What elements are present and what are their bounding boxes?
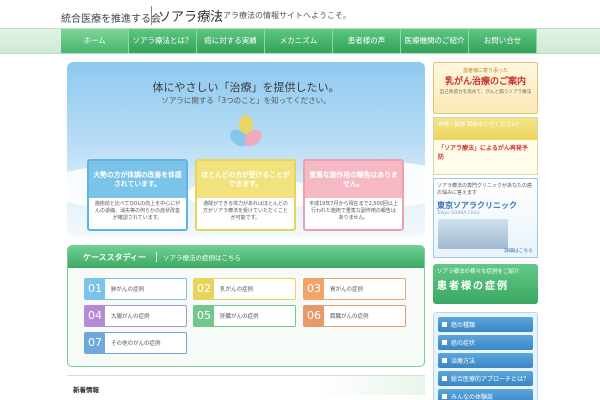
sidebar-item-label: みんなの体験談 <box>451 394 494 400</box>
feature-card-side-effects: 重篤な副作用の報告はありません。 平成19年7月から現在まで2,500回以上行わ… <box>303 159 404 231</box>
hero-banner: 体にやさしい「治療」を提供したい。 ソアラに関する「3つのこと」を知ってください… <box>67 62 425 237</box>
case-link-1[interactable]: 01 肺がんの症例 <box>84 278 187 300</box>
nav-item-home[interactable]: ホーム <box>61 29 129 53</box>
sidebar-item-experiences[interactable]: みんなの体験談 <box>438 389 533 400</box>
sidebar-item-treatment[interactable]: 治療方法 <box>438 353 533 368</box>
arrow-right-icon <box>442 322 447 327</box>
sidebar-item-label: 総合医療的アプローチとは？ <box>451 376 530 383</box>
feature-card-heading: 大勢の方が体調の改善を体感されています。 <box>89 161 186 198</box>
case-number: 04 <box>85 306 105 326</box>
details-link[interactable]: 詳細はこちら <box>504 247 533 254</box>
nav-bar: ホーム ソアラ療法とは？ 癌に対する実績 メカニズム 患者様の声 医療機関のご紹… <box>61 29 537 53</box>
case-study-subtitle: ソアラ療法の症例はこちら <box>156 252 241 262</box>
case-study-header: ケーススタディー ソアラ療法の症例はこちら <box>68 246 424 268</box>
arrow-right-icon <box>442 376 447 381</box>
banner-text: ソアラ療法の専門クリニックがあなたの癌の悩みに答えます <box>437 183 533 196</box>
sidebar-item-cancer-types[interactable]: 癌の種類 <box>438 317 533 332</box>
clinic-banner[interactable]: ソアラ療法の専門クリニックがあなたの癌の悩みに答えます 東京ソアラクリニック T… <box>433 178 538 258</box>
case-study-title: ケーススタディー <box>83 252 147 262</box>
case-link-2[interactable]: 02 乳がんの症例 <box>193 278 296 300</box>
patient-cases-banner[interactable]: ソアラ療法の様々な症例をご紹介 患者様の症例 <box>433 264 538 304</box>
nav-item-contact[interactable]: お問い合せ <box>469 29 537 53</box>
case-label: 肝臓がんの症例 <box>220 314 259 320</box>
case-number: 02 <box>194 279 214 299</box>
nav-item-mechanism[interactable]: メカニズム <box>265 29 333 53</box>
banner-title: 「ソアラ療法」によるがん再発予防 <box>438 145 528 161</box>
feature-card-body: 施術前と比べてQOLの向上を中心にがんの退縮、消失等の何らかの症状改善が確認され… <box>94 201 181 221</box>
news-section-title: 新着情報 <box>67 375 425 395</box>
nav-item-clinics[interactable]: 医療機関のご紹介 <box>401 29 469 53</box>
sidebar-menu: 癌の種類 癌の症状 治療方法 総合医療的アプローチとは？ みんなの体験談 <box>433 312 538 400</box>
feature-card-availability: ほとんどの方が受けることができます。 通院ができる体力があればほとんどの方がソア… <box>195 159 296 231</box>
soara-leaf-logo-icon <box>230 115 262 147</box>
case-link-3[interactable]: 03 胃がんの症例 <box>303 278 406 300</box>
case-number: 07 <box>85 333 105 353</box>
recurrence-prevention-banner[interactable]: 再発・転移 諦めないでください！ 「ソアラ療法」によるがん再発予防 <box>433 117 538 175</box>
sidebar-item-label: 治療方法 <box>451 358 476 365</box>
breast-cancer-banner[interactable]: 患者様に寄り添った 乳がん治療のご案内 自己免疫力を高めて、がんと闘うソアラ療法 <box>433 62 538 114</box>
sidebar-item-symptoms[interactable]: 癌の症状 <box>438 335 533 350</box>
main-navigation: ホーム ソアラ療法とは？ 癌に対する実績 メカニズム 患者様の声 医療機関のご紹… <box>0 28 600 54</box>
case-label: 肺がんの症例 <box>111 287 145 293</box>
case-label: 胃がんの症例 <box>330 287 364 293</box>
hero-title: 体にやさしい「治療」を提供したい。 <box>152 81 340 94</box>
sidebar-item-label: 癌の症状 <box>451 340 476 347</box>
feature-card-body: 平成19年7月から現在まで2,500回以上行われた施術で重篤な副作用の報告はあり… <box>309 201 398 221</box>
sidebar-item-label: 癌の種類 <box>451 322 476 329</box>
header-tagline: 統合医療を推進する会 <box>61 14 161 25</box>
case-number: 06 <box>304 306 324 326</box>
case-study-panel: ケーススタディー ソアラ療法の症例はこちら 01 肺がんの症例 02 乳がんの症… <box>67 245 425 367</box>
nav-item-voices[interactable]: 患者様の声 <box>333 29 401 53</box>
case-label: 乳がんの症例 <box>220 287 254 293</box>
case-number: 03 <box>304 279 324 299</box>
clinic-photo <box>438 219 508 249</box>
nav-item-about[interactable]: ソアラ療法とは？ <box>129 29 197 53</box>
case-label: 大腸がんの症例 <box>111 314 150 320</box>
nav-item-results[interactable]: 癌に対する実績 <box>197 29 265 53</box>
site-header: 統合医療を推進する会 ソアラ療法 ソアラ療法の情報サイトへようこそ。 <box>0 0 600 28</box>
case-label: 膵臓がんの症例 <box>330 314 369 320</box>
feature-card-heading: 重篤な副作用の報告はありません。 <box>305 161 402 198</box>
banner-title: 乳がん治療のご案内 <box>444 77 526 87</box>
clinic-name-en: Tokyo SOARA Clinic <box>437 211 481 216</box>
banner-kicker: 再発・転移 諦めないでください！ <box>434 118 537 140</box>
sidebar-item-integrative[interactable]: 総合医療的アプローチとは？ <box>438 371 533 386</box>
case-label: その他のがんの症例 <box>111 341 161 347</box>
case-link-4[interactable]: 04 大腸がんの症例 <box>84 305 187 327</box>
case-number: 05 <box>194 306 214 326</box>
case-link-5[interactable]: 05 肝臓がんの症例 <box>193 305 296 327</box>
banner-kicker: ソアラ療法の様々な症例をご紹介 <box>437 269 520 275</box>
banner-text: 自己免疫力を高めて、がんと闘うソアラ療法 <box>439 90 532 95</box>
banner-title: 患者様の症例 <box>437 281 509 292</box>
case-link-6[interactable]: 06 膵臓がんの症例 <box>303 305 406 327</box>
arrow-right-icon <box>442 340 447 345</box>
feature-card-body: 通院ができる体力があればほとんどの方がソアラ療法を受けていただくことが可能です。 <box>202 201 288 221</box>
arrow-right-icon <box>442 358 447 363</box>
header-description: ソアラ療法の情報サイトへようこそ。 <box>209 10 351 21</box>
case-number: 01 <box>85 279 105 299</box>
case-link-7[interactable]: 07 その他のがんの症例 <box>84 332 187 354</box>
feature-card-improvement: 大勢の方が体調の改善を体感されています。 施術前と比べてQOLの向上を中心にがん… <box>87 159 188 231</box>
feature-card-heading: ほとんどの方が受けることができます。 <box>197 161 294 198</box>
banner-kicker: 患者様に寄り添った <box>462 68 508 74</box>
hero-subtitle: ソアラに関する「3つのこと」を知ってください。 <box>161 96 331 105</box>
arrow-right-icon <box>442 394 447 399</box>
clinic-name: 東京ソアラクリニック <box>437 201 517 210</box>
